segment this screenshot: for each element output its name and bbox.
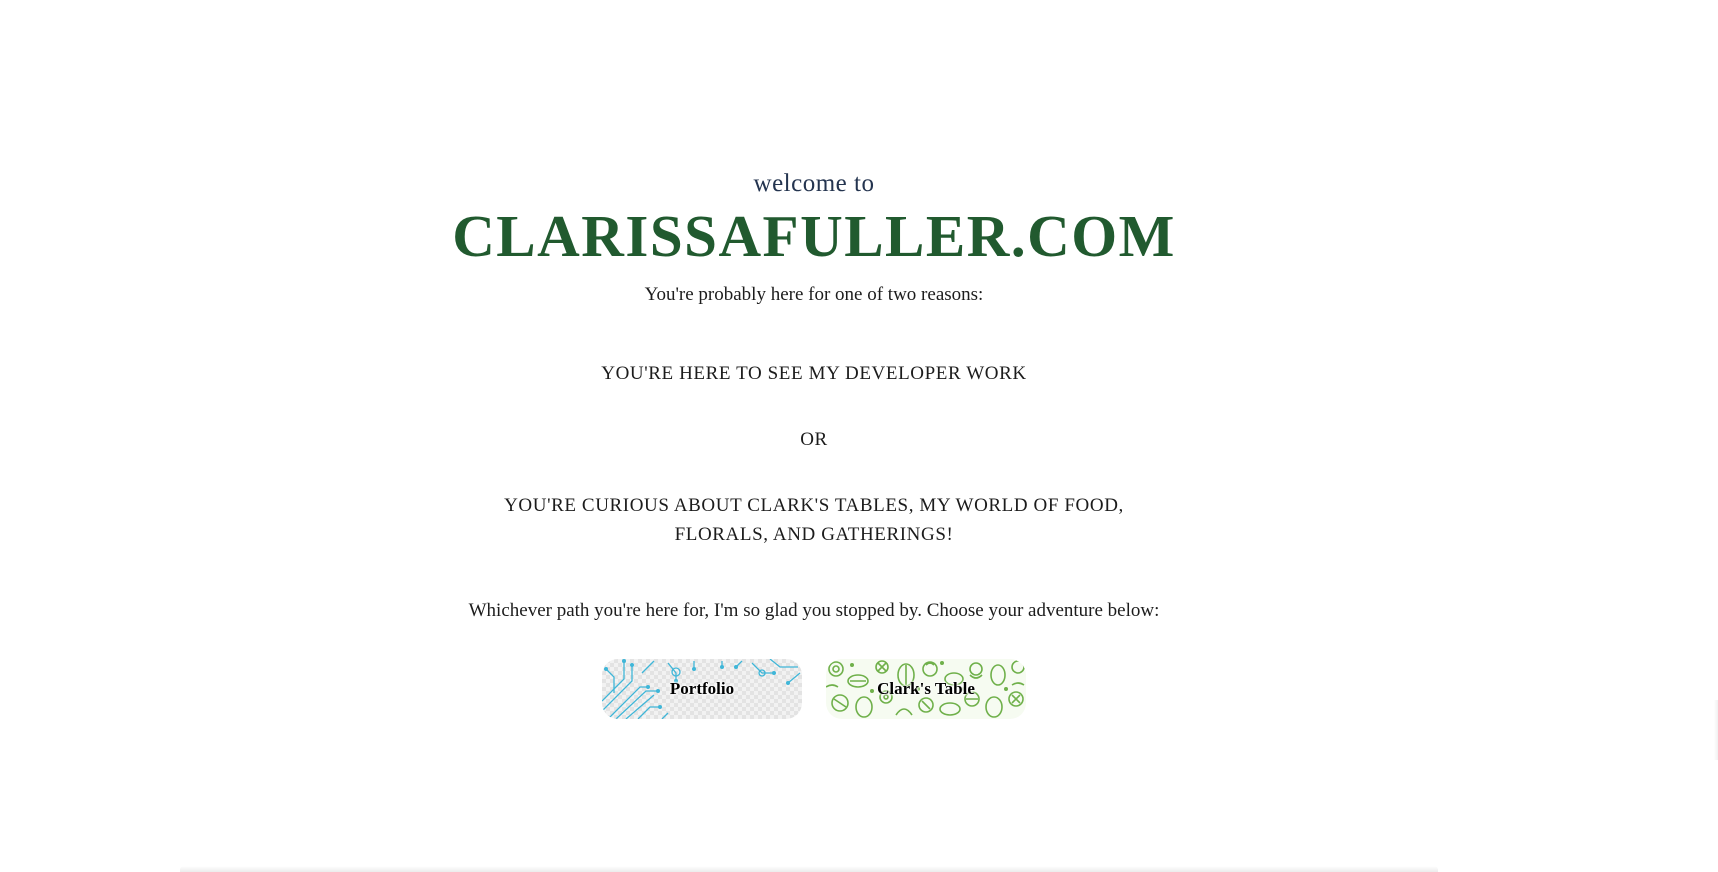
clarks-table-button[interactable]: Clark's Table	[826, 659, 1026, 719]
portfolio-button-label: Portfolio	[669, 679, 735, 698]
site-title: CLARISSAFULLER.COM	[452, 203, 1176, 269]
or-separator: OR	[800, 429, 828, 450]
reason-developer: YOU'RE HERE TO SEE MY DEVELOPER WORK	[601, 363, 1027, 384]
adventure-buttons: Portfolio Clark's Table	[0, 659, 1628, 719]
intro-text: You're probably here for one of two reas…	[644, 284, 984, 305]
right-edge-shadow	[1714, 700, 1718, 760]
welcome-text: welcome to	[753, 170, 875, 197]
reason-clarks-tables-line2: FLORALS, AND GATHERINGS!	[674, 524, 954, 545]
reason-clarks-tables-line1: YOU'RE CURIOUS ABOUT CLARK'S TABLES, MY …	[504, 495, 1124, 516]
outro-text: Whichever path you're here for, I'm so g…	[468, 600, 1160, 621]
footer-edge-shadow	[180, 866, 1438, 872]
clarks-table-button-label: Clark's Table	[877, 679, 975, 698]
landing-page: welcome to CLARISSAFULLER.COM You're pro…	[0, 0, 1718, 872]
portfolio-button[interactable]: Portfolio	[602, 659, 802, 719]
reason-clarks-tables: YOU'RE CURIOUS ABOUT CLARK'S TABLES, MY …	[0, 491, 1628, 549]
